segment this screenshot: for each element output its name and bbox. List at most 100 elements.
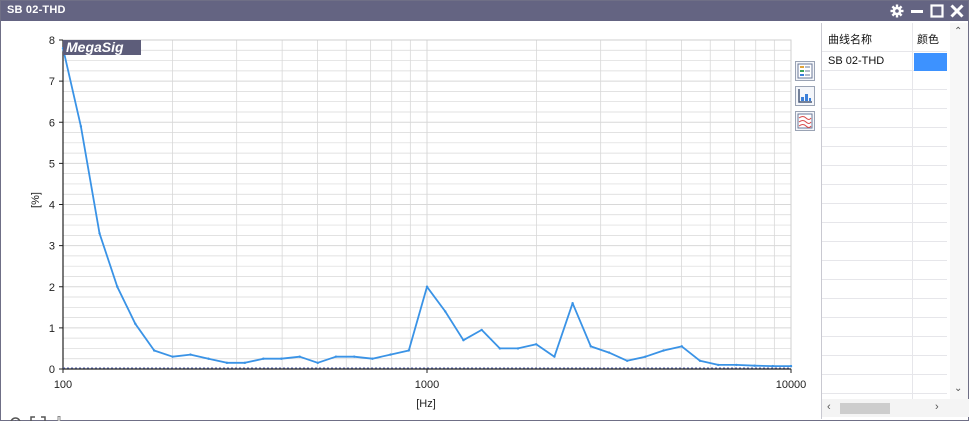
data-point [753, 364, 756, 367]
legend-header-name[interactable]: 曲线名称 [828, 31, 872, 47]
scroll-down-icon[interactable]: ⌄ [954, 383, 962, 394]
legend-grid-line [822, 298, 947, 299]
axis-settings-icon [798, 89, 812, 103]
legend-item-color-swatch[interactable] [914, 53, 947, 71]
chart-grid [63, 39, 791, 369]
data-point [717, 363, 720, 367]
data-point [134, 322, 137, 325]
title-bar[interactable]: SB 02-THD [1, 1, 968, 21]
data-point [371, 357, 374, 360]
data-point [644, 355, 647, 358]
y-tick-label: 7 [49, 76, 55, 88]
legend-grid-line [822, 222, 947, 223]
data-point [607, 351, 611, 354]
chart-bottom-toolbar [9, 416, 67, 421]
gear-icon[interactable] [890, 4, 904, 18]
axis-settings-button[interactable] [795, 86, 815, 106]
plot-area[interactable]: 0 1 2 3 4 5 6 7 8 100 1000 10000 MegaSig [%] [Hz] [3, 23, 819, 421]
data-point [280, 357, 283, 360]
minimize-icon[interactable] [910, 4, 924, 18]
window-controls [890, 1, 964, 21]
legend-grid-line [822, 165, 947, 166]
legend-header-color[interactable]: 颜色 [917, 31, 939, 47]
data-point [680, 345, 684, 348]
chart-tick-labels: 0 1 2 3 4 5 6 7 8 100 1000 10000 [49, 35, 806, 391]
data-point [698, 359, 702, 362]
y-tick-label: 2 [49, 282, 55, 294]
fit-to-view-icon[interactable] [30, 416, 46, 421]
data-point [589, 345, 592, 348]
legend-grid-line [822, 89, 947, 90]
legend-panel: 曲线名称 颜色 SB 02-THD ⌃ ⌄ ‹ › [821, 23, 969, 419]
legend-item-name: SB 02-THD [828, 55, 885, 67]
close-icon[interactable] [950, 4, 964, 18]
legend-horizontal-scrollbar[interactable]: ‹ › [822, 399, 969, 417]
data-point [553, 355, 556, 358]
y-tick-label: 5 [49, 158, 55, 170]
legend-toggle-button[interactable] [795, 61, 815, 81]
legend-toggle-icon [797, 63, 813, 79]
legend-header: 曲线名称 颜色 [822, 23, 969, 46]
data-point [171, 355, 174, 358]
y-axis-label: [%] [30, 192, 42, 208]
legend-column-divider [912, 23, 913, 399]
data-point [79, 125, 83, 128]
legend-vertical-scrollbar[interactable]: ⌃ ⌄ [950, 23, 968, 399]
scroll-left-icon[interactable]: ‹ [827, 401, 831, 413]
y-tick-label: 4 [49, 200, 55, 212]
data-point [353, 355, 356, 358]
data-point [443, 310, 447, 313]
data-point [534, 343, 538, 346]
legend-grid-line [822, 184, 947, 185]
data-point [152, 349, 156, 352]
legend-row[interactable]: SB 02-THD [822, 53, 969, 71]
thd-chart[interactable]: 0 1 2 3 4 5 6 7 8 100 1000 10000 MegaSig [%] [Hz] [3, 23, 819, 419]
data-point [116, 285, 119, 288]
scroll-right-icon[interactable]: › [935, 401, 939, 413]
legend-grid-line [822, 241, 947, 242]
legend-grid-line [822, 355, 947, 356]
scroll-up-icon[interactable]: ⌃ [954, 26, 962, 37]
data-point [262, 357, 265, 360]
legend-grid-line [822, 336, 947, 337]
data-point [189, 353, 192, 356]
data-point [480, 328, 483, 332]
legend-grid-line [822, 108, 947, 109]
data-point [98, 232, 101, 235]
data-point [334, 355, 338, 358]
zoom-in-icon[interactable] [9, 416, 25, 421]
data-point [225, 361, 229, 365]
y-tick-label: 6 [49, 117, 55, 129]
legend-scroll-thumb[interactable] [840, 403, 890, 414]
legend-grid-line [822, 51, 947, 52]
legend-grid-line [822, 279, 947, 280]
legend-grid-line [822, 146, 947, 147]
data-point [516, 347, 520, 350]
legend-grid-line [822, 203, 947, 204]
maximize-icon[interactable] [930, 4, 944, 18]
legend-grid-line [822, 317, 947, 318]
data-point [771, 364, 775, 368]
data-point [625, 359, 629, 362]
watermark-logo: MegaSig [63, 39, 141, 55]
y-tick-label: 1 [49, 323, 55, 335]
data-point [316, 361, 319, 365]
curve-overlay-icon [797, 113, 813, 129]
curve-overlay-button[interactable] [795, 111, 815, 131]
data-point [425, 285, 429, 288]
data-point [735, 363, 738, 367]
data-point [462, 339, 465, 342]
data-point [389, 353, 392, 356]
crosshair-icon[interactable] [51, 416, 67, 421]
y-tick-label: 3 [49, 241, 55, 253]
x-tick-label: 100 [54, 379, 72, 391]
legend-grid-line [822, 393, 947, 394]
chart-side-toolbar [795, 61, 817, 136]
data-point [298, 355, 301, 358]
data-point [498, 347, 502, 350]
legend-grid-line [822, 374, 947, 375]
data-point [662, 349, 665, 352]
thd-chart-window: SB 02-THD 0 1 2 3 4 5 6 7 8 100 1000 100… [0, 0, 969, 421]
window-title: SB 02-THD [7, 4, 66, 16]
x-tick-label: 1000 [415, 379, 439, 391]
